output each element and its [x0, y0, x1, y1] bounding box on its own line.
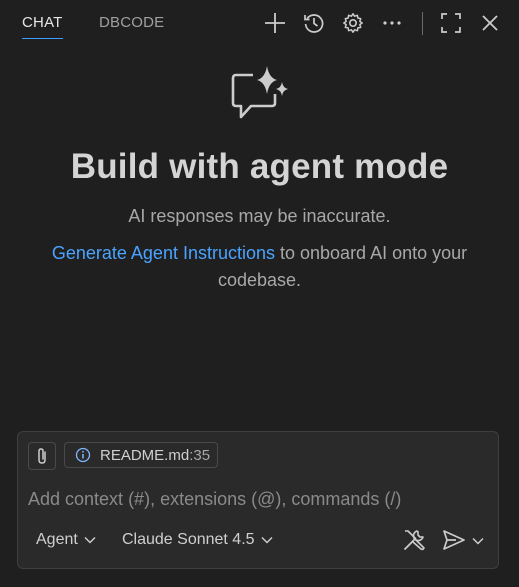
header-divider — [422, 12, 423, 35]
chat-view: CHAT DBCODE Build with agent mode AI res… — [0, 0, 519, 587]
send-icon[interactable] — [442, 529, 466, 551]
add-icon[interactable] — [263, 11, 287, 35]
panel-header: CHAT DBCODE — [0, 0, 519, 48]
generate-instructions-link[interactable]: Generate Agent Instructions — [52, 243, 275, 263]
info-icon — [75, 447, 91, 463]
send-options-chevron-icon[interactable] — [471, 534, 485, 548]
chat-sparkle-icon — [229, 64, 291, 120]
mode-picker[interactable]: Agent — [36, 531, 96, 549]
context-file-name: README.md — [100, 446, 190, 464]
onboard-text: Generate Agent Instructions to onboard A… — [20, 240, 499, 294]
chat-input[interactable]: Add context (#), extensions (@), command… — [28, 489, 488, 510]
tab-chat[interactable]: CHAT — [22, 14, 63, 39]
tools-icon[interactable] — [402, 528, 426, 552]
disclaimer-text: AI responses may be inaccurate. — [128, 206, 391, 226]
model-picker[interactable]: Claude Sonnet 4.5 — [122, 531, 273, 549]
maximize-icon[interactable] — [439, 11, 463, 35]
context-file-chip[interactable]: README.md:35 — [64, 442, 218, 468]
model-label: Claude Sonnet 4.5 — [122, 531, 255, 548]
paperclip-icon — [38, 448, 46, 464]
tab-dbcode[interactable]: DBCODE — [99, 14, 164, 38]
page-title: Build with agent mode — [70, 147, 449, 186]
context-file-line: :35 — [189, 446, 211, 464]
attach-context-button[interactable] — [28, 442, 56, 470]
gear-icon[interactable] — [341, 11, 365, 35]
history-icon[interactable] — [302, 11, 326, 35]
close-icon[interactable] — [478, 11, 502, 35]
more-icon[interactable] — [380, 11, 404, 35]
mode-label: Agent — [36, 531, 78, 548]
chevron-down-icon — [261, 536, 273, 544]
chat-input-panel: README.md:35 Add context (#), extensions… — [17, 431, 499, 569]
chevron-down-icon — [84, 536, 96, 544]
